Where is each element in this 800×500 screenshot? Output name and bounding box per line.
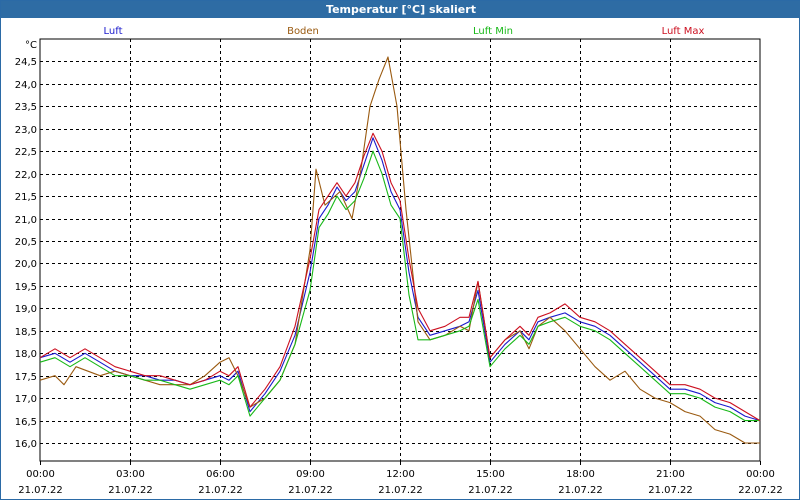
- x-tick-date-label: 21.07.22: [558, 485, 603, 496]
- y-tick-label: 16,5: [15, 417, 37, 428]
- x-tick-time-label: 09:00: [296, 469, 325, 480]
- legend-entry-luft-min: Luft Min: [473, 26, 513, 37]
- legend: Luft Boden Luft Min Luft Max: [104, 26, 705, 37]
- y-tick-label: 20,0: [15, 259, 37, 270]
- y-tick-label: 24,5: [15, 57, 37, 68]
- x-tick-date-label: 21.07.22: [18, 485, 63, 496]
- temperature-chart: 16,0 16,5 17,0 17,5 18,0 18,5 19,0 19,5 20,0 20,5…: [15, 26, 783, 496]
- y-tick-label: 23,5: [15, 102, 37, 113]
- y-tick-label: 24,0: [15, 80, 37, 91]
- y-tick-label: 20,5: [15, 237, 37, 248]
- legend-entry-boden: Boden: [287, 26, 319, 37]
- y-tick-label: 16,0: [15, 439, 37, 450]
- x-tick-date-label: 21.07.22: [108, 485, 153, 496]
- x-tick-date-label: 22.07.22: [738, 485, 783, 496]
- x-tick-date-label: 21.07.22: [198, 485, 243, 496]
- x-tick-time-label: 21:00: [656, 469, 685, 480]
- y-tick-label: 18,0: [15, 349, 37, 360]
- y-tick-label: 21,0: [15, 215, 37, 226]
- x-tick-time-label: 15:00: [476, 469, 505, 480]
- y-tick-label: 22,0: [15, 170, 37, 181]
- x-tick-time-label: 03:00: [116, 469, 145, 480]
- y-tick-label: 18,5: [15, 327, 37, 338]
- legend-entry-luft: Luft: [104, 26, 123, 37]
- x-tick-date-label: 21.07.22: [468, 485, 513, 496]
- y-tick-label: 17,5: [15, 372, 37, 383]
- x-tick-date-label: 21.07.22: [378, 485, 423, 496]
- y-tick-label: 22,5: [15, 147, 37, 158]
- x-tick-time-label: 00:00: [26, 469, 55, 480]
- grid: [40, 39, 760, 461]
- y-tick-label: 19,0: [15, 304, 37, 315]
- axes: 16,0 16,5 17,0 17,5 18,0 18,5 19,0 19,5 20,0 20,5…: [15, 38, 783, 496]
- x-tick-time-label: 18:00: [566, 469, 595, 480]
- y-tick-label: 21,5: [15, 192, 37, 203]
- y-axis-unit-label: °C: [25, 40, 37, 51]
- legend-entry-luft-max: Luft Max: [662, 26, 705, 37]
- x-tick-date-label: 21.07.22: [288, 485, 333, 496]
- x-tick-time-label: 00:00: [746, 469, 775, 480]
- y-tick-label: 23,0: [15, 125, 37, 136]
- x-tick-date-label: 21.07.22: [648, 485, 693, 496]
- x-tick-time-label: 06:00: [206, 469, 235, 480]
- y-tick-label: 19,5: [15, 282, 37, 293]
- x-tick-time-label: 12:00: [386, 469, 415, 480]
- y-tick-label: 17,0: [15, 394, 37, 405]
